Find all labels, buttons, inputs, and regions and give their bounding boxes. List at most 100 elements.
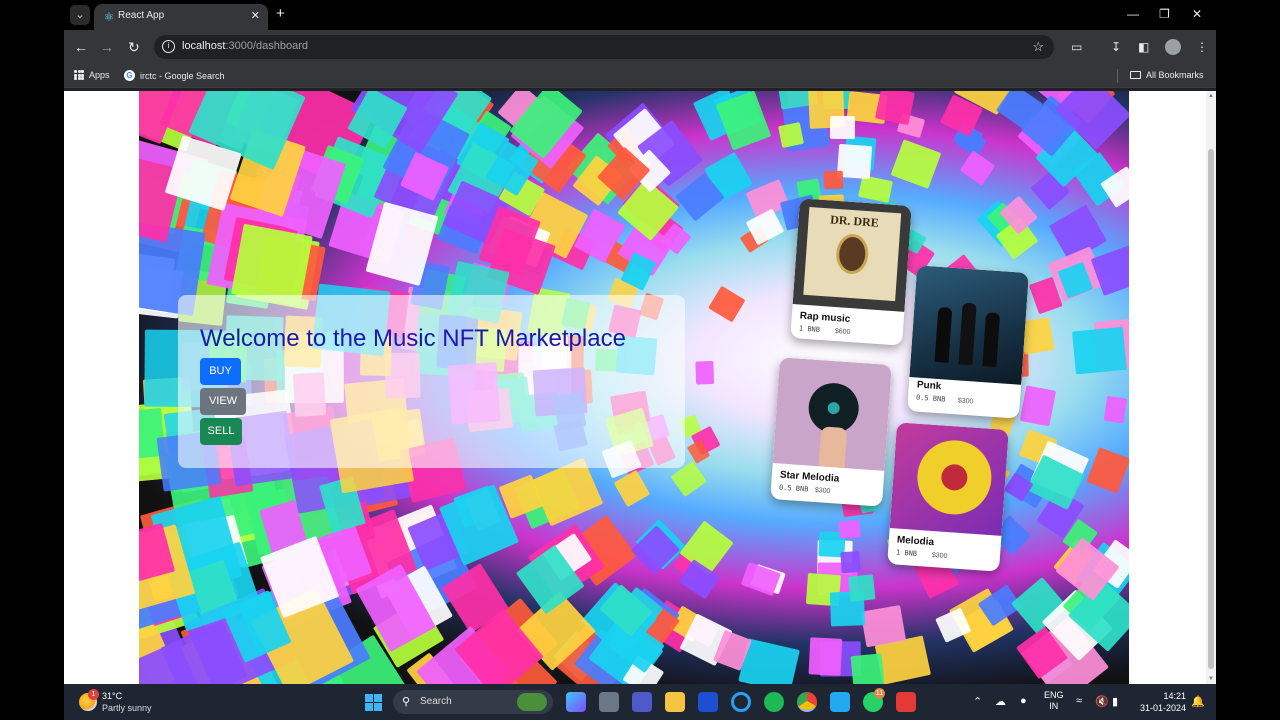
mosaic-tile bbox=[778, 122, 805, 148]
mic-icon[interactable]: ● bbox=[1020, 695, 1027, 707]
tab-search-button[interactable]: ⌄ bbox=[70, 5, 90, 25]
windows-taskbar: 1 31°C Partly sunny ⚲ Search 11 ⌃ ☁ ● EN… bbox=[64, 684, 1216, 720]
scroll-thumb[interactable] bbox=[1208, 149, 1214, 669]
mosaic-tile bbox=[1086, 447, 1129, 494]
copilot-icon[interactable] bbox=[566, 692, 586, 712]
mosaic-tile bbox=[1103, 395, 1128, 424]
mosaic-tile bbox=[630, 524, 681, 575]
bookmark-star-icon[interactable]: ☆ bbox=[1032, 39, 1044, 55]
page-viewport: Welcome to the Music NFT Marketplace BUY… bbox=[64, 91, 1216, 684]
card-amount: 0.5 BNB bbox=[915, 393, 946, 404]
search-icon: ⚲ bbox=[402, 696, 411, 708]
bookmarks-bar: Apps G irctc - Google Search All Bookmar… bbox=[64, 64, 1216, 88]
clock[interactable]: 14:21 31-01-2024 bbox=[1136, 690, 1186, 714]
bookmark-irctc[interactable]: G irctc - Google Search bbox=[124, 70, 225, 81]
card-price: $300 bbox=[931, 552, 948, 561]
minimize-button[interactable]: — bbox=[1127, 7, 1139, 21]
video-app-icon[interactable] bbox=[896, 692, 916, 712]
tab-title: React App bbox=[118, 10, 165, 21]
album-art: DR. DRE bbox=[792, 198, 912, 312]
mosaic-tile bbox=[1020, 385, 1057, 427]
card-amount: 0.5 BNB bbox=[778, 483, 809, 494]
mosaic-tile bbox=[840, 551, 861, 574]
window-close-button[interactable]: ✕ bbox=[1192, 7, 1202, 21]
restore-button[interactable]: ❐ bbox=[1159, 7, 1170, 21]
profile-avatar[interactable] bbox=[1165, 39, 1181, 55]
page-title: Welcome to the Music NFT Marketplace bbox=[200, 325, 626, 352]
mosaic-tile bbox=[695, 360, 714, 385]
weather-temp[interactable]: 31°C bbox=[102, 691, 122, 701]
nft-card-punk[interactable]: Punk 0.5 BNB $300 bbox=[907, 265, 1029, 419]
scroll-up-arrow-icon[interactable]: ▲ bbox=[1208, 93, 1214, 99]
browser-window: ⌄ ⚛ React App ✕ + — ❐ ✕ ← → ↻ i localhos… bbox=[64, 0, 1216, 684]
search-label: Search bbox=[420, 696, 452, 707]
mosaic-tile bbox=[1072, 326, 1127, 374]
mosaic-tile bbox=[890, 139, 941, 189]
nft-card-melodia[interactable]: Melodia 1 BNB $300 bbox=[887, 422, 1009, 572]
page-scrollbar[interactable]: ▲ ▼ bbox=[1206, 91, 1216, 684]
forward-button[interactable]: → bbox=[100, 39, 114, 55]
language-indicator[interactable]: ENG IN bbox=[1044, 690, 1064, 712]
menu-icon[interactable]: ⋮ bbox=[1196, 40, 1208, 54]
card-price: $300 bbox=[957, 397, 974, 406]
windows-start-icon[interactable] bbox=[365, 694, 382, 711]
info-icon[interactable]: i bbox=[162, 40, 175, 53]
view-button[interactable]: VIEW bbox=[200, 388, 246, 415]
mosaic-tile bbox=[830, 115, 856, 140]
task-view-icon[interactable] bbox=[599, 692, 619, 712]
card-name: Star Melodia bbox=[779, 469, 840, 485]
new-tab-button[interactable]: + bbox=[276, 6, 285, 22]
react-icon: ⚛ bbox=[103, 10, 115, 24]
card-amount: 1 BNB bbox=[798, 324, 821, 334]
show-hidden-icons-icon[interactable]: ⌃ bbox=[973, 695, 982, 708]
mosaic-tile bbox=[858, 174, 894, 203]
file-explorer-icon[interactable] bbox=[665, 692, 685, 712]
sell-button[interactable]: SELL bbox=[200, 418, 242, 445]
mosaic-tile bbox=[959, 150, 995, 186]
tab-strip: ⌄ ⚛ React App ✕ + — ❐ ✕ bbox=[64, 0, 1216, 30]
extensions-icon[interactable]: ▭ bbox=[1071, 40, 1082, 54]
card-amount: 1 BNB bbox=[895, 548, 918, 558]
search-highlight-icon bbox=[517, 693, 547, 711]
side-panel-icon[interactable]: ◧ bbox=[1138, 40, 1149, 54]
mosaic-tile bbox=[860, 605, 907, 648]
card-price: $600 bbox=[834, 328, 851, 337]
reload-button[interactable]: ↻ bbox=[128, 39, 140, 55]
cortana-icon[interactable] bbox=[731, 692, 751, 712]
url-text[interactable]: localhost:3000/dashboard bbox=[182, 40, 308, 52]
download-icon[interactable]: ↧ bbox=[1111, 40, 1121, 54]
teams-icon[interactable] bbox=[632, 692, 652, 712]
battery-icon[interactable]: ▮ bbox=[1112, 695, 1118, 708]
card-price: $300 bbox=[814, 487, 831, 496]
welcome-panel: Welcome to the Music NFT Marketplace BUY… bbox=[178, 295, 685, 468]
hero-background: Welcome to the Music NFT Marketplace BUY… bbox=[139, 91, 1129, 684]
vscode-icon[interactable] bbox=[830, 692, 850, 712]
tab-react-app[interactable]: ⚛ React App ✕ bbox=[94, 4, 268, 30]
bookmark-apps[interactable]: Apps bbox=[74, 70, 110, 80]
card-name: Melodia bbox=[896, 534, 935, 549]
nft-card-rap-music[interactable]: DR. DRE Rap music 1 BNB $600 bbox=[790, 198, 912, 346]
onedrive-icon[interactable]: ☁ bbox=[995, 695, 1006, 708]
google-icon: G bbox=[124, 70, 135, 81]
address-bar[interactable]: i localhost:3000/dashboard ☆ bbox=[154, 35, 1054, 59]
nft-card-star-melodia[interactable]: Star Melodia 0.5 BNB $300 bbox=[770, 357, 892, 507]
mosaic-tile bbox=[848, 574, 876, 602]
volume-muted-icon[interactable]: 🔇 bbox=[1095, 695, 1109, 708]
all-bookmarks-button[interactable]: All Bookmarks bbox=[1130, 70, 1204, 80]
chrome-icon[interactable] bbox=[797, 692, 817, 712]
back-button[interactable]: ← bbox=[74, 39, 88, 55]
notification-bell-icon[interactable]: 🔔 bbox=[1191, 695, 1205, 708]
taskbar-search[interactable]: ⚲ Search bbox=[393, 690, 553, 714]
spotify-icon[interactable] bbox=[764, 692, 784, 712]
scroll-down-arrow-icon[interactable]: ▼ bbox=[1208, 676, 1214, 682]
weather-desc[interactable]: Partly sunny bbox=[102, 703, 152, 713]
mosaic-tile bbox=[823, 170, 844, 190]
mosaic-tile bbox=[838, 520, 861, 539]
buy-button[interactable]: BUY bbox=[200, 358, 241, 385]
close-icon[interactable]: ✕ bbox=[251, 9, 260, 22]
vinyl-art bbox=[889, 422, 1009, 536]
mosaic-tile bbox=[707, 285, 746, 323]
desktop-screen: ⌄ ⚛ React App ✕ + — ❐ ✕ ← → ↻ i localhos… bbox=[0, 0, 1280, 720]
wifi-icon[interactable]: ≈ bbox=[1076, 695, 1082, 707]
design-app-icon[interactable] bbox=[698, 692, 718, 712]
